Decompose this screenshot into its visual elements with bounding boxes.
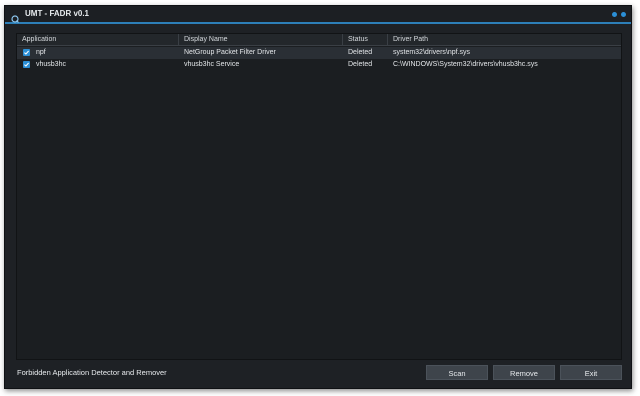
cell-display-name: NetGroup Packet Filter Driver — [184, 49, 276, 56]
applications-table[interactable]: Application Display Name Status Driver P… — [16, 33, 622, 360]
window-title: UMT - FADR v0.1 — [25, 9, 90, 18]
column-header-status[interactable]: Status — [343, 34, 388, 45]
column-header-display-name[interactable]: Display Name — [179, 34, 343, 45]
exit-button[interactable]: Exit — [560, 365, 622, 380]
table-row[interactable]: vhusb3hc vhusb3hc Service Deleted C:\WIN… — [17, 59, 621, 71]
cell-application: vhusb3hc — [36, 61, 66, 68]
cell-display-name: vhusb3hc Service — [184, 61, 240, 68]
cell-application: npf — [36, 49, 46, 56]
close-button[interactable] — [621, 12, 626, 17]
scan-button[interactable]: Scan — [426, 365, 488, 380]
cell-status: Deleted — [348, 61, 373, 68]
table-header: Application Display Name Status Driver P… — [17, 34, 621, 46]
cell-driver-path: C:\WINDOWS\System32\drivers\vhusb3hc.sys — [393, 61, 538, 68]
cell-driver-path: system32\drivers\npf.sys — [393, 49, 471, 56]
main-window: UMT - FADR v0.1 Application Display Name… — [4, 5, 632, 389]
column-header-driver-path[interactable]: Driver Path — [388, 34, 621, 45]
cell-status: Deleted — [348, 49, 373, 56]
minimize-button[interactable] — [612, 12, 617, 17]
table-row[interactable]: npf NetGroup Packet Filter Driver Delete… — [17, 47, 621, 59]
remove-button[interactable]: Remove — [493, 365, 555, 380]
column-header-application[interactable]: Application — [17, 34, 179, 45]
title-bar[interactable]: UMT - FADR v0.1 — [5, 6, 631, 24]
app-logo-icon — [11, 10, 19, 23]
footer-description: Forbidden Application Detector and Remov… — [17, 368, 167, 377]
